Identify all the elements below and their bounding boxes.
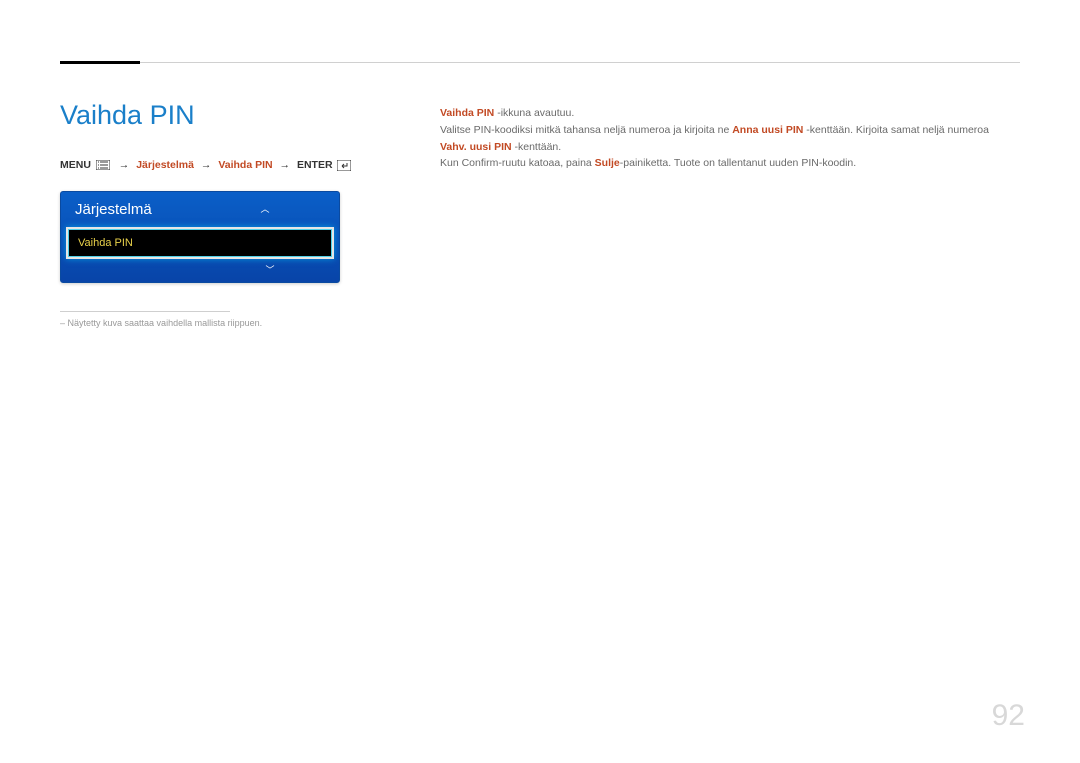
body-text-span: -kenttään. (512, 141, 562, 153)
chevron-up-icon[interactable]: ︿ (260, 205, 269, 214)
menu-header: Järjestelmä ︿ (61, 192, 339, 227)
body-highlight: Anna uusi PIN (732, 124, 803, 136)
image-note: Näytetty kuva saattaa vaihdella mallista… (60, 318, 400, 328)
breadcrumb-item: Järjestelmä (136, 159, 194, 171)
body-highlight: Sulje (595, 157, 620, 169)
menu-title-text: Järjestelmä (75, 201, 152, 218)
breadcrumb-enter: ENTER (297, 159, 333, 171)
breadcrumb-menu: MENU (60, 159, 91, 171)
body-text-span: -kenttään. Kirjoita samat neljä numeroa (803, 124, 989, 136)
page-number: 92 (992, 699, 1025, 733)
section-divider (60, 62, 1020, 63)
page-title: Vaihda PIN (60, 100, 400, 131)
arrow-icon: → (201, 159, 212, 171)
arrow-icon: → (280, 159, 291, 171)
menu-widget: Järjestelmä ︿ Vaihda PIN ﹀ (60, 191, 340, 283)
chevron-down-icon[interactable]: ﹀ (265, 266, 274, 275)
breadcrumb-item: Vaihda PIN (218, 159, 272, 171)
body-highlight: Vahv. uusi PIN (440, 141, 512, 153)
body-text-span: -ikkuna avautuu. (494, 107, 574, 119)
body-text-span: Kun Confirm-ruutu katoaa, paina (440, 157, 595, 169)
breadcrumb: MENU → Järjestelmä → Vaihda PIN → ENTER (60, 159, 400, 171)
note-divider (60, 311, 230, 312)
arrow-icon: → (119, 159, 130, 171)
body-highlight: Vaihda PIN (440, 107, 494, 119)
body-text-span: Valitse PIN-koodiksi mitkä tahansa neljä… (440, 124, 732, 136)
body-text-span: -painiketta. Tuote on tallentanut uuden … (620, 157, 856, 169)
body-text: Vaihda PIN -ikkuna avautuu. Valitse PIN-… (440, 100, 1020, 328)
menu-icon (96, 160, 110, 170)
enter-icon (337, 160, 351, 170)
menu-item-vaihda-pin[interactable]: Vaihda PIN (66, 227, 334, 259)
